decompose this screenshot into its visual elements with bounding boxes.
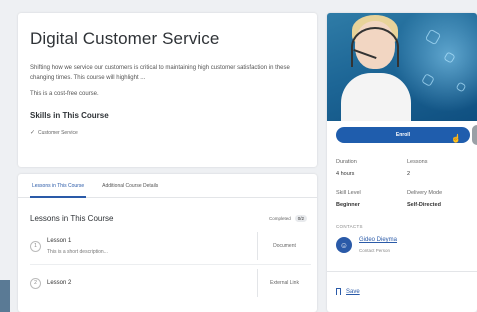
completed-count-badge: 0/2 <box>294 214 307 222</box>
course-free-note: This is a cost-free course. <box>30 91 99 97</box>
lesson-number: 2 <box>30 277 41 289</box>
completed-status: Completed 0/2 <box>268 214 307 222</box>
delivery-mode-label: Delivery Mode <box>407 190 443 196</box>
lesson-text: Lesson 1 This is a short description... <box>47 238 108 255</box>
skill-level-value: Beginner <box>336 202 360 208</box>
lesson-row[interactable]: 2 Lesson 2 External Link <box>30 265 311 301</box>
skill-level-label: Skill Level <box>336 190 361 196</box>
course-side-panel: Enroll ☝ Duration 4 hours Lessons 2 Skil… <box>327 13 477 312</box>
left-edge-accent <box>0 280 10 312</box>
user-icon: ☺ <box>336 237 352 253</box>
lesson-row[interactable]: 1 Lesson 1 This is a short description..… <box>30 228 311 264</box>
tab-lessons[interactable]: Lessons in This Course <box>30 174 87 198</box>
duration-label: Duration <box>336 159 357 165</box>
headset-icon <box>351 27 399 67</box>
duration-value: 4 hours <box>336 171 355 177</box>
delivery-mode-meta: Delivery Mode Self-Directed <box>407 190 442 208</box>
tab-additional-details[interactable]: Additional Course Details <box>94 174 166 198</box>
skills-heading: Skills in This Course <box>30 111 109 120</box>
skill-level-meta: Skill Level Beginner <box>336 190 361 208</box>
lessons-header: Lessons in This Course Completed 0/2 <box>18 198 317 228</box>
lessons-card: Lessons in This Course Additional Course… <box>18 174 317 312</box>
enroll-button[interactable]: Enroll <box>336 127 470 143</box>
lesson-type: External Link <box>257 269 311 297</box>
skill-item: ✓ Customer Service <box>30 129 305 137</box>
lesson-text: Lesson 2 <box>47 280 71 286</box>
lessons-count-value: 2 <box>407 171 411 177</box>
lesson-description: This is a short description... <box>47 248 108 255</box>
scrollbar-thumb[interactable] <box>472 125 477 145</box>
contacts-label: CONTACTS <box>336 224 363 229</box>
completed-label: Completed <box>268 215 291 221</box>
person-shirt <box>341 73 411 121</box>
lesson-type: Document <box>257 232 311 260</box>
lessons-title: Lessons in This Course <box>30 213 114 223</box>
lessons-count-label: Lessons <box>407 159 428 165</box>
lessons-meta: Lessons 2 <box>407 159 428 177</box>
duration-meta: Duration 4 hours <box>336 159 357 177</box>
contact-name-link[interactable]: Gideo Dieyma <box>359 237 397 243</box>
check-icon: ✓ <box>30 130 36 136</box>
lesson-name[interactable]: Lesson 1 <box>47 238 108 244</box>
contact-role: Contact Person <box>359 248 391 253</box>
course-hero-image <box>327 13 477 121</box>
side-divider <box>327 271 477 272</box>
course-tabs: Lessons in This Course Additional Course… <box>18 174 317 198</box>
course-description: Shifting how we service our customers is… <box>30 65 290 81</box>
course-title: Digital Customer Service <box>30 29 220 48</box>
course-header-card: Digital Customer Service Shifting how we… <box>18 13 317 167</box>
skill-label: Customer Service <box>38 129 78 136</box>
lesson-number: 1 <box>30 240 41 252</box>
bookmark-icon <box>336 288 341 295</box>
lesson-name[interactable]: Lesson 2 <box>47 280 71 286</box>
hand-cursor-icon: ☝ <box>451 134 461 143</box>
save-label: Save <box>346 288 360 295</box>
delivery-mode-value: Self-Directed <box>407 202 441 208</box>
save-button[interactable]: Save <box>336 288 360 295</box>
